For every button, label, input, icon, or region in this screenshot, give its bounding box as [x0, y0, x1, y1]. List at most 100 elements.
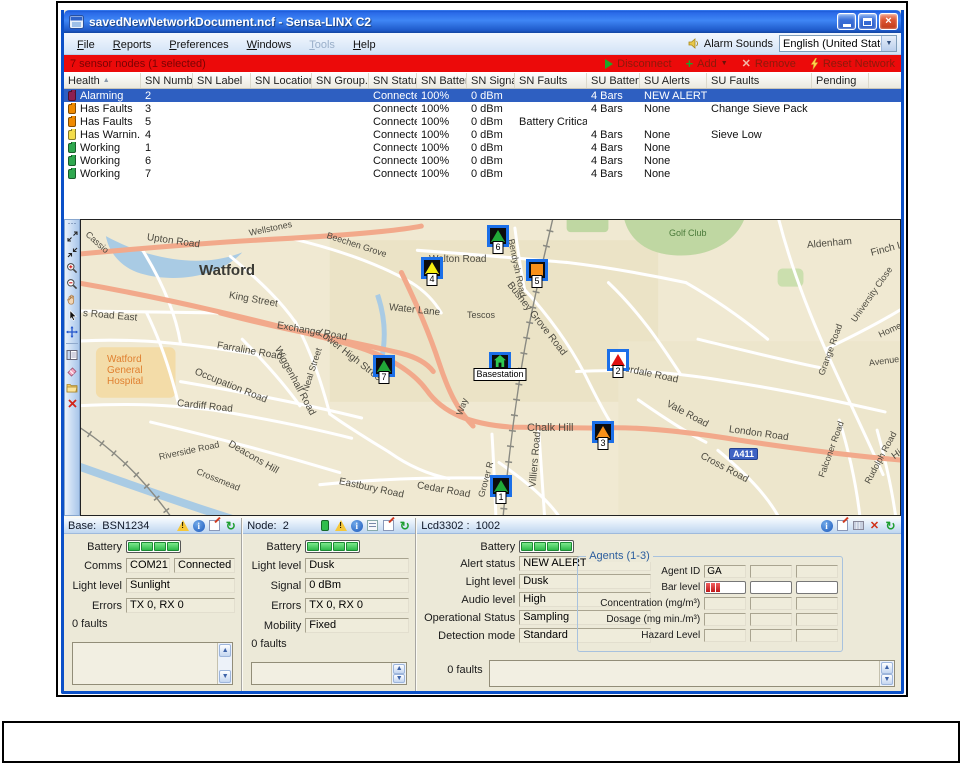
- info-icon[interactable]: i: [820, 519, 833, 532]
- agent-row: Agent ID GA: [582, 565, 839, 578]
- agents-title: Agents (1-3): [586, 550, 653, 562]
- cell-su_faults: Change Sieve Pack: [711, 102, 808, 115]
- column-header-sn-label[interactable]: SN Label: [193, 73, 251, 88]
- base-panel: Base: BSN1234 i ↻ Battery Comms COM21 Conn…: [64, 518, 244, 691]
- folder-icon[interactable]: [66, 381, 78, 393]
- agent-field-value: [796, 597, 839, 610]
- table-row[interactable]: Has Warnin.. 4 Connected 100% 0 dBm 4 Bars Non…: [64, 128, 901, 141]
- column-header-sn-number[interactable]: SN Number: [141, 73, 193, 88]
- info-icon[interactable]: i: [350, 519, 363, 532]
- edit-icon[interactable]: [382, 519, 395, 532]
- zoom-out-icon[interactable]: [66, 278, 78, 290]
- scrollbar[interactable]: ▲ ▼: [217, 643, 233, 684]
- table-row[interactable]: Has Faults 5 Connected 100% 0 dBm Battery Cri…: [64, 115, 901, 128]
- layers-icon[interactable]: [66, 349, 78, 361]
- column-header-sn-group-[interactable]: SN Group...: [312, 73, 369, 88]
- table-row[interactable]: Working 6 Connected 100% 0 dBm 4 Bars None: [64, 154, 901, 167]
- node-marker-7[interactable]: 7: [373, 355, 395, 384]
- refresh-icon[interactable]: ↻: [884, 519, 897, 533]
- scroll-up-icon[interactable]: ▲: [393, 664, 406, 674]
- field-value: Connected: [174, 558, 236, 573]
- expand-icon[interactable]: [66, 230, 78, 242]
- select-arrow-icon[interactable]: [66, 310, 78, 322]
- field-value: Dusk: [305, 558, 410, 573]
- edit-icon[interactable]: [208, 519, 221, 532]
- menu-item-help[interactable]: Help: [344, 36, 385, 54]
- node-marker-5[interactable]: 5: [526, 259, 548, 288]
- faults-list[interactable]: ▲ ▼: [251, 662, 408, 685]
- edit-icon[interactable]: [836, 519, 849, 532]
- column-header-sn-faults[interactable]: SN Faults: [515, 73, 587, 88]
- pan-icon[interactable]: [66, 294, 78, 306]
- scroll-up-icon[interactable]: ▲: [881, 662, 893, 674]
- remove-button[interactable]: ✕ Remove: [742, 58, 796, 70]
- column-header-health[interactable]: Health ▲: [64, 73, 141, 88]
- node-marker-basestation[interactable]: Basestation: [473, 352, 527, 381]
- scroll-down-icon[interactable]: ▼: [393, 673, 406, 683]
- column-header-pending[interactable]: Pending: [812, 73, 869, 88]
- reset-network-button[interactable]: Reset Network: [810, 57, 895, 70]
- agent-field-value: [750, 629, 793, 642]
- cell-su_alerts: NEW ALERT: [644, 89, 707, 102]
- column-header-sn-battery[interactable]: SN Battery: [417, 73, 467, 88]
- node-marker-3[interactable]: 3: [592, 421, 614, 450]
- menu-item-preferences[interactable]: Preferences: [160, 36, 237, 54]
- close-button[interactable]: ×: [879, 13, 898, 30]
- columns-icon[interactable]: [852, 519, 865, 532]
- menu-item-reports[interactable]: Reports: [104, 36, 161, 54]
- column-header-su-alerts[interactable]: SU Alerts: [640, 73, 707, 88]
- scroll-down-icon[interactable]: ▼: [219, 670, 232, 683]
- column-header-su-battery[interactable]: SU Battery: [587, 73, 640, 88]
- map-canvas[interactable]: Watford Cassio Upton Road Wellstones Beechen…: [80, 219, 901, 516]
- scrollbar[interactable]: ▲ ▼: [391, 663, 407, 684]
- collapse-icon[interactable]: [66, 246, 78, 258]
- node-marker-1[interactable]: 1: [490, 475, 512, 504]
- agent-field-label: Bar level: [661, 582, 701, 593]
- delete-icon[interactable]: ✕: [868, 519, 881, 532]
- list-icon[interactable]: [366, 519, 379, 532]
- battery-indicator: [305, 540, 361, 553]
- faults-list[interactable]: ▲ ▼: [72, 642, 234, 685]
- add-button[interactable]: + Add ▼: [686, 57, 728, 70]
- column-header-sn-location[interactable]: SN Location: [251, 73, 312, 88]
- menu-item-windows[interactable]: Windows: [238, 36, 301, 54]
- zoom-in-icon[interactable]: [66, 262, 78, 274]
- scrollbar[interactable]: ▲ ▼: [879, 661, 894, 686]
- faults-list[interactable]: ▲ ▼: [489, 660, 895, 687]
- cell-sn_faults: Battery Critical: [519, 115, 587, 128]
- health-status-icon: [68, 154, 76, 166]
- table-row[interactable]: Working 1 Connected 100% 0 dBm 4 Bars None: [64, 141, 901, 154]
- alarm-sounds-button[interactable]: Alarm Sounds: [688, 38, 773, 50]
- table-row[interactable]: Has Faults 3 Connected 100% 0 dBm 4 Bars None C…: [64, 102, 901, 115]
- health-status-icon: [68, 128, 76, 140]
- refresh-icon[interactable]: ↻: [398, 519, 411, 533]
- warning-icon[interactable]: [176, 519, 189, 532]
- menu-item-file[interactable]: File: [68, 36, 104, 54]
- delete-x-icon[interactable]: [66, 397, 78, 409]
- node-marker-4[interactable]: 4: [421, 257, 443, 286]
- agent-field-value: [796, 613, 839, 626]
- battery-icon[interactable]: [318, 519, 331, 532]
- language-select[interactable]: English (United State ▼: [779, 35, 897, 52]
- scroll-up-icon[interactable]: ▲: [219, 644, 232, 657]
- refresh-icon[interactable]: ↻: [224, 519, 237, 533]
- button-label: Add: [697, 57, 717, 70]
- table-row[interactable]: Working 7 Connected 100% 0 dBm 4 Bars None: [64, 167, 901, 180]
- disconnect-button[interactable]: Disconnect: [605, 58, 672, 70]
- node-marker-2[interactable]: 2: [607, 349, 629, 378]
- node-marker-6[interactable]: 6: [487, 225, 509, 254]
- chevron-down-icon[interactable]: ▼: [881, 36, 896, 51]
- column-header-su-faults[interactable]: SU Faults: [707, 73, 812, 88]
- maximize-button[interactable]: [858, 13, 877, 30]
- minimize-button[interactable]: [837, 13, 856, 30]
- move-icon[interactable]: [66, 326, 78, 338]
- table-row[interactable]: Alarming 2 Connected 100% 0 dBm 4 Bars NEW ALE…: [64, 89, 901, 102]
- eraser-icon[interactable]: [66, 365, 78, 377]
- scroll-down-icon[interactable]: ▼: [881, 673, 893, 685]
- field-label: Alert status: [460, 557, 516, 570]
- health-status-icon: [68, 141, 76, 153]
- info-icon[interactable]: i: [192, 519, 205, 532]
- column-header-sn-signal[interactable]: SN Signal: [467, 73, 515, 88]
- column-header-sn-status[interactable]: SN Status: [369, 73, 417, 88]
- warning-icon[interactable]: [334, 519, 347, 532]
